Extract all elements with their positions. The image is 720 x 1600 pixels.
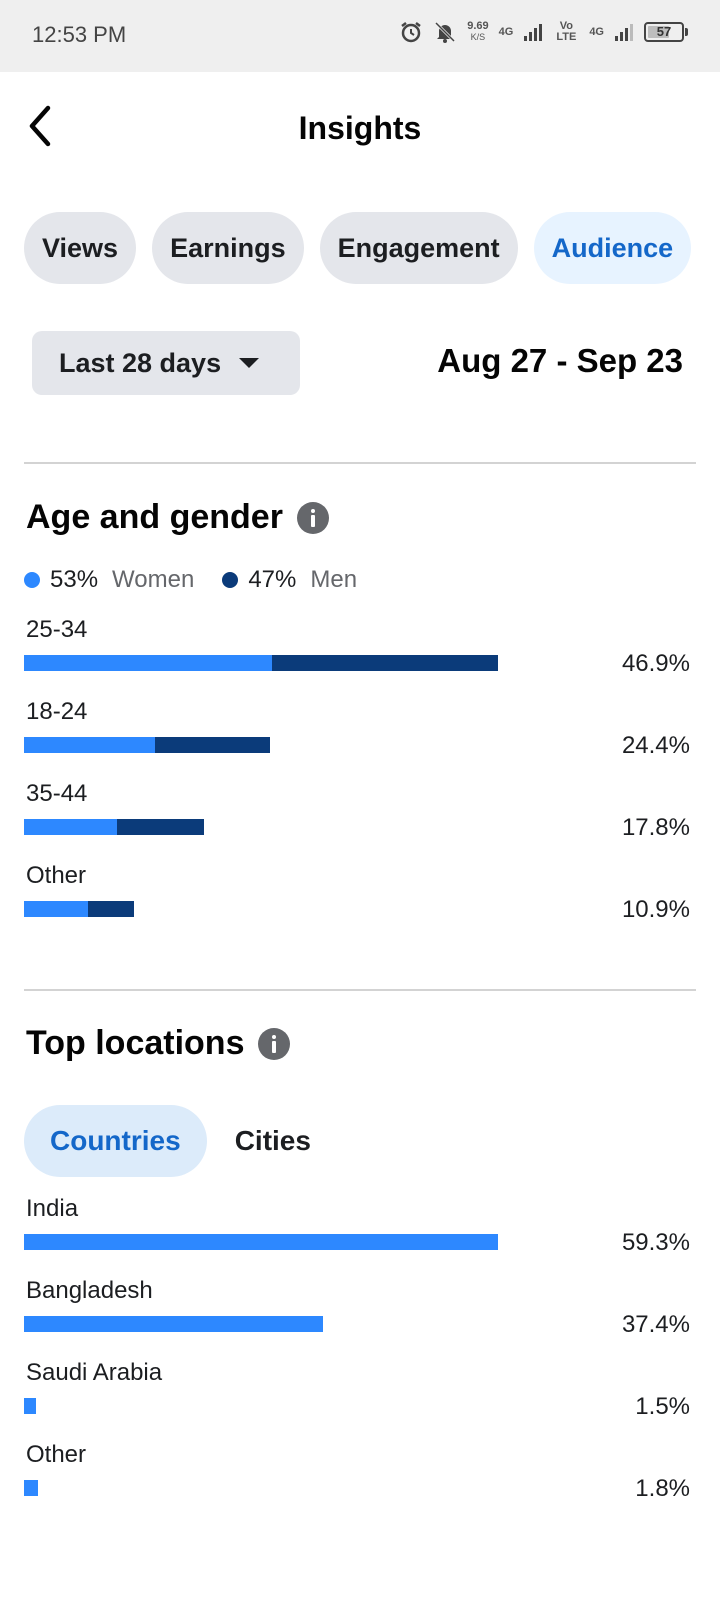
tab-engagement[interactable]: Engagement — [319, 212, 518, 284]
tab-audience[interactable]: Audience — [533, 212, 692, 284]
insights-tabs: Views Earnings Engagement Audience — [24, 212, 692, 284]
volte-label: Vo LTE — [556, 20, 577, 43]
battery-level: 57 — [656, 24, 672, 39]
status-time: 12:53 PM — [32, 22, 127, 47]
age-gender-title: Age and gender — [26, 498, 329, 537]
age-row-value: 46.9% — [621, 650, 690, 677]
age-bar — [24, 819, 204, 835]
caret-down-icon — [239, 358, 260, 368]
age-bar-men — [117, 819, 204, 835]
age-bar-men — [88, 901, 134, 917]
divider — [24, 989, 696, 991]
age-row-label: Other — [26, 862, 87, 889]
location-row-label: Bangladesh — [26, 1277, 153, 1304]
page-title: Insights — [298, 110, 422, 146]
date-range-text: Aug 27 - Sep 23 — [437, 342, 683, 379]
location-row-value: 1.5% — [635, 1393, 690, 1420]
women-label: Women — [112, 566, 195, 593]
age-row-label: 25-34 — [26, 616, 88, 643]
alarm-icon — [399, 20, 423, 44]
location-tabs: Countries Cities — [24, 1105, 315, 1177]
sim2-type: 4G — [589, 25, 604, 38]
sim1-signal: 4G — [498, 25, 514, 38]
info-icon[interactable] — [296, 501, 329, 534]
women-percent: 53% — [50, 566, 99, 593]
age-bar-women — [24, 901, 88, 917]
age-bar — [24, 737, 270, 753]
women-dot-icon — [24, 572, 40, 588]
location-bar — [24, 1398, 36, 1414]
signal-icon-2 — [614, 22, 634, 42]
age-row-value: 24.4% — [621, 732, 690, 759]
location-row-value: 1.8% — [635, 1475, 690, 1502]
age-row-label: 35-44 — [26, 780, 88, 807]
status-bar: 12:53 PM 9.69 K/S 4G Vo LTE 4G 57 — [0, 0, 720, 72]
location-row-value: 59.3% — [621, 1229, 690, 1256]
date-range-label: Last 28 days — [59, 347, 222, 378]
age-bar-women — [24, 737, 155, 753]
sim1-type: 4G — [498, 25, 514, 38]
tab-views[interactable]: Views — [24, 212, 137, 284]
age-row-value: 17.8% — [621, 814, 690, 841]
location-bar — [24, 1316, 323, 1332]
status-icons: 9.69 K/S 4G Vo LTE 4G 57 — [399, 20, 688, 44]
signal-icon — [523, 22, 543, 42]
men-dot-icon — [222, 572, 239, 588]
age-bar-women — [24, 819, 117, 835]
age-bar-women — [24, 655, 272, 671]
location-bar — [24, 1234, 498, 1250]
age-bar — [24, 655, 498, 671]
location-bar — [24, 1480, 38, 1496]
battery-icon: 57 — [644, 22, 688, 42]
date-range-dropdown[interactable]: Last 28 days — [32, 331, 300, 395]
location-row-label: Saudi Arabia — [26, 1359, 163, 1386]
notifications-off-icon — [433, 20, 457, 44]
tab-earnings[interactable]: Earnings — [152, 212, 304, 284]
age-row-value: 10.9% — [621, 896, 690, 923]
men-label: Men — [310, 566, 358, 593]
network-speed: 9.69 K/S — [467, 20, 489, 43]
men-percent: 47% — [248, 566, 297, 593]
location-row-label: Other — [26, 1441, 87, 1468]
header: Insights — [0, 72, 720, 184]
age-bar-men — [272, 655, 498, 671]
location-row-value: 37.4% — [621, 1311, 690, 1338]
age-bar-men — [155, 737, 270, 753]
tab-countries[interactable]: Countries — [24, 1105, 207, 1177]
info-icon[interactable] — [258, 1027, 291, 1060]
divider — [24, 462, 696, 464]
location-row-label: India — [26, 1195, 79, 1222]
tab-cities[interactable]: Cities — [231, 1105, 315, 1177]
gender-legend: 53% Women 47% Men — [24, 566, 385, 594]
age-bar — [24, 901, 134, 917]
age-row-label: 18-24 — [26, 698, 88, 725]
top-locations-title: Top locations — [26, 1024, 291, 1063]
